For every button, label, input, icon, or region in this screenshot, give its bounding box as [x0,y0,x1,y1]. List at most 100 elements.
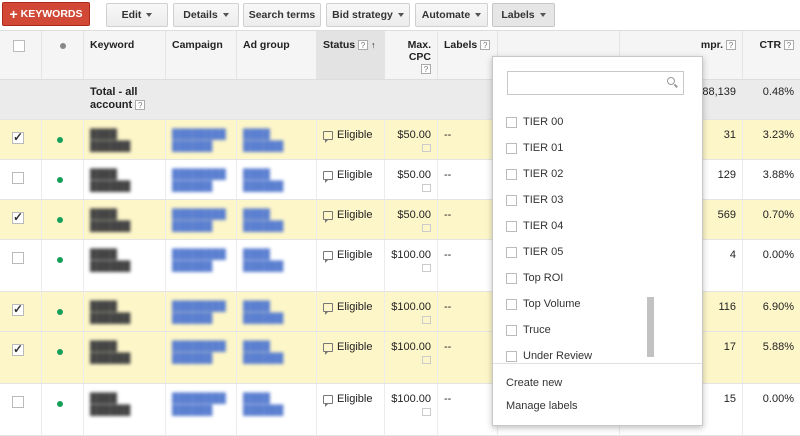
max-cpc-value[interactable]: $50.00 [397,169,431,181]
ad-group-link-blurred[interactable]: ████ ██████ [243,341,310,365]
label-checkbox[interactable] [506,350,517,362]
add-keywords-button[interactable]: + KEYWORDS [2,2,90,26]
cell-6: $100.00 [385,332,438,383]
label-option[interactable]: Under Review [506,346,592,362]
row-checkbox[interactable] [12,302,24,316]
ad-group-link-blurred[interactable]: ████ ██████ [243,129,310,153]
edit-pencil-icon[interactable] [422,408,431,416]
label-option[interactable]: TIER 05 [506,242,563,262]
help-icon[interactable]: ? [421,64,431,75]
status-bubble-icon[interactable] [323,394,333,407]
keyword-blurred[interactable]: ████ ██████ [90,341,159,365]
impr-value: 31 [723,129,736,141]
max-cpc-value[interactable]: $100.00 [391,301,431,313]
status-bubble-icon[interactable] [323,210,333,223]
label-option[interactable]: TIER 00 [506,112,563,132]
labels-search-input[interactable] [507,71,684,95]
header-campaign[interactable]: Campaign [166,31,237,79]
status-bubble-icon[interactable] [323,342,333,355]
ad-group-link-blurred[interactable]: ████ ██████ [243,169,310,193]
label-option[interactable]: TIER 04 [506,216,563,236]
row-checkbox[interactable] [12,342,24,356]
help-icon[interactable]: ? [784,40,794,51]
status-bubble-icon[interactable] [323,250,333,263]
label-checkbox[interactable] [506,220,517,232]
keyword-blurred[interactable]: ████ ██████ [90,393,159,417]
label-checkbox[interactable] [506,272,517,284]
max-cpc-value[interactable]: $100.00 [391,249,431,261]
manage-labels-link[interactable]: Manage labels [506,400,578,412]
keyword-blurred[interactable]: ████ ██████ [90,209,159,233]
keyword-blurred[interactable]: ████ ██████ [90,249,159,273]
help-icon[interactable]: ? [726,40,736,51]
header-ctr[interactable]: CTR ? [743,31,800,79]
campaign-link-blurred[interactable]: ████████ ██████ [172,209,230,233]
label-checkbox[interactable] [506,298,517,310]
row-checkbox[interactable] [12,210,24,224]
row-checkbox[interactable] [12,252,24,264]
label-option[interactable]: Truce [506,320,551,340]
label-checkbox[interactable] [506,116,517,128]
help-icon[interactable]: ? [480,40,491,51]
label-option[interactable]: Top ROI [506,268,563,288]
label-checkbox[interactable] [506,142,517,154]
label-option[interactable]: TIER 01 [506,138,563,158]
max-cpc-value[interactable]: $50.00 [397,129,431,141]
label-option[interactable]: TIER 02 [506,164,563,184]
help-icon[interactable]: ? [135,100,146,111]
campaign-link-blurred[interactable]: ████████ ██████ [172,393,230,417]
status-bubble-icon[interactable] [323,302,333,315]
keyword-blurred[interactable]: ████ ██████ [90,129,159,153]
select-all-checkbox[interactable] [13,40,25,52]
header-max-cpc[interactable]: Max. CPC ? [385,31,438,79]
help-icon[interactable]: ? [358,40,369,51]
label-checkbox[interactable] [506,246,517,258]
create-new-label-link[interactable]: Create new [506,377,562,389]
edit-pencil-icon[interactable] [422,264,431,272]
ctr-value: 0.70% [762,209,794,221]
ad-group-link-blurred[interactable]: ████ ██████ [243,393,310,417]
cell-10: 0.70% [743,200,800,239]
labels-button[interactable]: Labels [492,3,555,27]
ad-group-link-blurred[interactable]: ████ ██████ [243,249,310,273]
ad-group-link-blurred[interactable]: ████ ██████ [243,301,310,325]
campaign-link-blurred[interactable]: ████████ ██████ [172,169,230,193]
edit-pencil-icon[interactable] [422,356,431,364]
label-checkbox[interactable] [506,194,517,206]
row-checkbox[interactable] [12,396,24,408]
campaign-link-blurred[interactable]: ████████ ██████ [172,129,230,153]
header-labels[interactable]: Labels ? [438,31,498,79]
row-checkbox[interactable] [12,172,24,184]
label-checkbox[interactable] [506,324,517,336]
cell-7: -- [438,384,498,435]
label-option[interactable]: TIER 03 [506,190,563,210]
bid-strategy-button[interactable]: Bid strategy [326,3,410,27]
ad-group-link-blurred[interactable]: ████ ██████ [243,209,310,233]
toolbar: + KEYWORDS Edit Details Search terms Bid… [0,0,800,30]
edit-pencil-icon[interactable] [422,316,431,324]
label-option[interactable]: Top Volume [506,294,580,314]
details-button[interactable]: Details [173,3,239,27]
campaign-link-blurred[interactable]: ████████ ██████ [172,249,230,273]
edit-pencil-icon[interactable] [422,144,431,152]
search-terms-button[interactable]: Search terms [243,3,321,27]
label-checkbox[interactable] [506,168,517,180]
max-cpc-value[interactable]: $50.00 [397,209,431,221]
header-ad-group[interactable]: Ad group [237,31,317,79]
header-keyword[interactable]: Keyword [84,31,166,79]
edit-pencil-icon[interactable] [422,224,431,232]
status-bubble-icon[interactable] [323,130,333,143]
max-cpc-value[interactable]: $100.00 [391,341,431,353]
edit-pencil-icon[interactable] [422,184,431,192]
header-status[interactable]: Status ? ↑ [317,31,385,79]
automate-button[interactable]: Automate [415,3,488,27]
keyword-blurred[interactable]: ████ ██████ [90,169,159,193]
labels-scrollbar[interactable] [647,297,654,357]
keyword-blurred[interactable]: ████ ██████ [90,301,159,325]
edit-button[interactable]: Edit [106,3,168,27]
max-cpc-value[interactable]: $100.00 [391,393,431,405]
campaign-link-blurred[interactable]: ████████ ██████ [172,341,230,365]
status-bubble-icon[interactable] [323,170,333,183]
campaign-link-blurred[interactable]: ████████ ██████ [172,301,230,325]
row-checkbox[interactable] [12,130,24,144]
